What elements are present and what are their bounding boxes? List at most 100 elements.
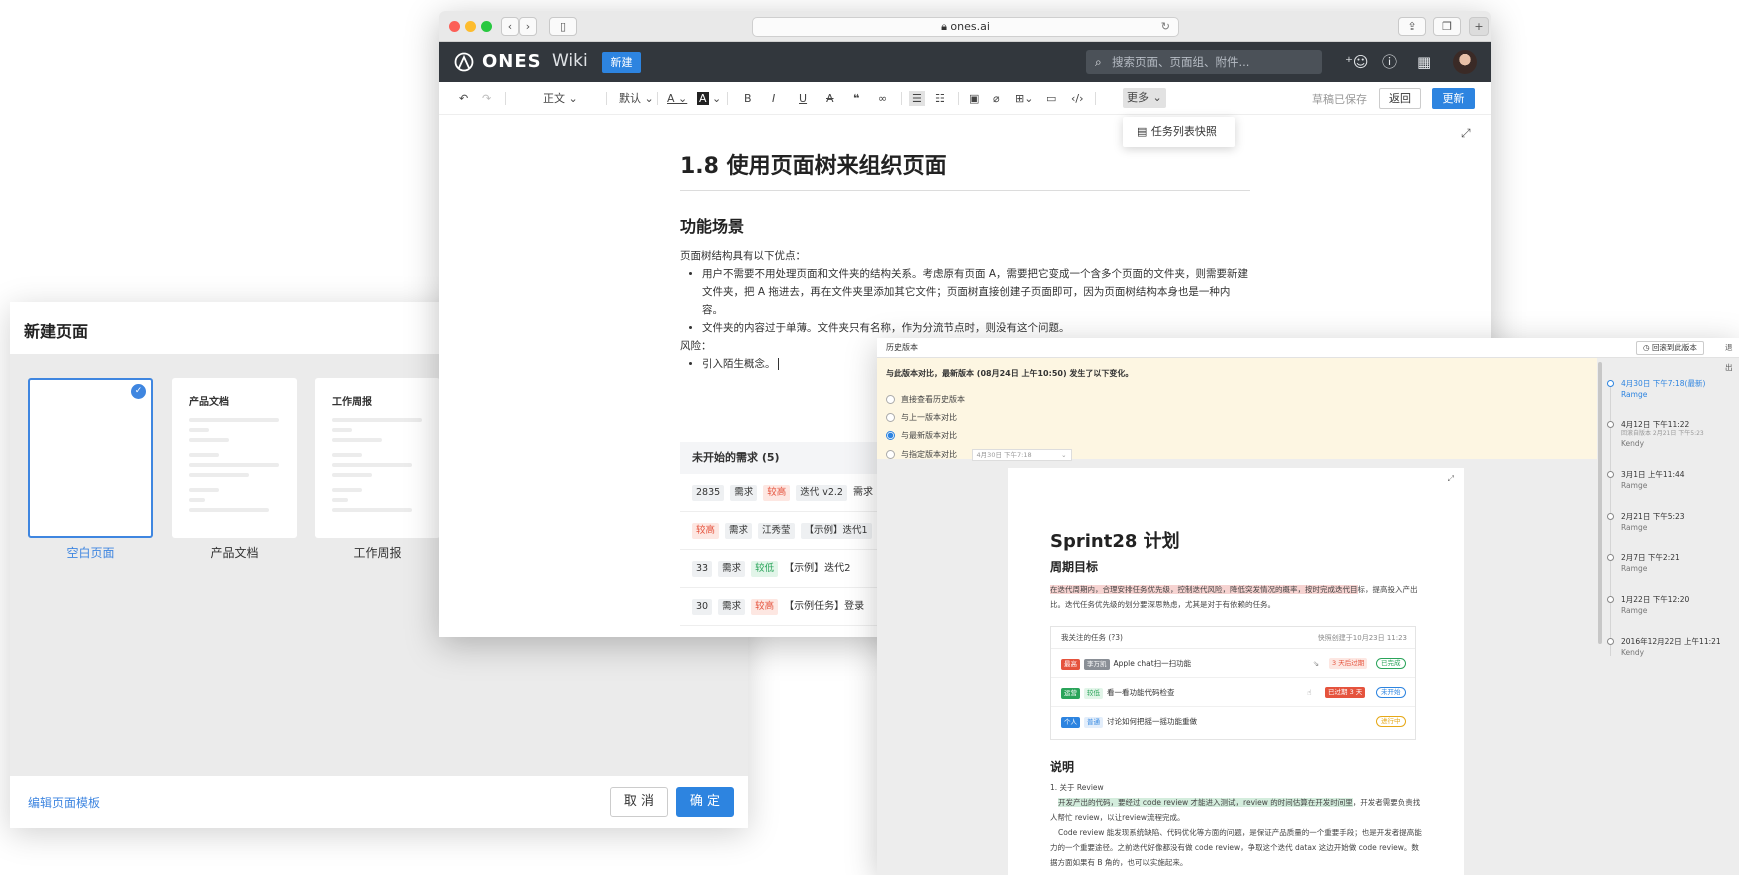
table-row[interactable]: 运营 较低 看一看功能代码检查 ☝ 已过期 3 天 未开始 xyxy=(1051,678,1415,707)
revert-version-button[interactable]: ◷ 回滚到此版本 xyxy=(1636,341,1704,355)
apps-grid-icon[interactable]: ▦ xyxy=(1417,53,1431,71)
strikethrough-icon[interactable]: A xyxy=(826,91,834,106)
menu-item-task-snapshot[interactable]: 任务列表快照 xyxy=(1151,125,1217,138)
paragraph-style-select[interactable]: 正文 ⌄ xyxy=(543,91,578,106)
reload-icon[interactable]: ↻ xyxy=(1161,18,1170,36)
table-icon[interactable]: ⊞⌄ xyxy=(1015,91,1033,106)
timeline-dot-icon xyxy=(1607,638,1614,645)
version-item[interactable]: 1月22日 下午12:20 Ramge xyxy=(1621,594,1739,616)
template-label[interactable]: 工作周报 xyxy=(315,544,440,561)
dialog-footer: 编辑页面模板 取 消 确 定 xyxy=(10,776,748,828)
exit-button[interactable]: 退出 xyxy=(1725,338,1739,378)
selected-check-icon: ✓ xyxy=(131,384,146,399)
page-title: 1.8 使用页面树来组织页面 xyxy=(680,148,1250,191)
timeline-dot-icon xyxy=(1607,380,1614,387)
table-row[interactable]: 最高 李万凯 Apple chat扫一扫功能 ⇘ 3 天后过期 已完成 xyxy=(1051,649,1415,678)
update-button[interactable]: 更新 xyxy=(1432,88,1475,109)
address-bar[interactable]: 🔒︎ ones.ai ↻ xyxy=(752,17,1179,37)
maximize-window-icon[interactable] xyxy=(481,21,492,32)
code-icon[interactable]: ‹/› xyxy=(1071,91,1084,106)
template-label[interactable]: 产品文档 xyxy=(172,544,297,561)
search-icon: ⌕ xyxy=(1095,55,1102,69)
cancel-button[interactable]: 取 消 xyxy=(610,787,668,817)
page-title: Sprint28 计划 xyxy=(1050,531,1180,552)
version-item[interactable]: 3月1日 上午11:44 Ramge xyxy=(1621,469,1739,491)
table-row[interactable]: 个人 普通 讨论如何把摇一摇功能重做 进行中 xyxy=(1051,707,1415,736)
undo-icon[interactable]: ↶ xyxy=(459,91,468,106)
template-heading: 产品文档 xyxy=(189,397,229,408)
timeline-dot-icon xyxy=(1607,421,1614,428)
font-select[interactable]: 默认 ⌄ xyxy=(619,91,654,106)
template-card-blank[interactable]: ✓ xyxy=(28,378,153,538)
scrollbar[interactable] xyxy=(1598,362,1602,644)
section-heading: 周期目标 xyxy=(1050,560,1099,574)
version-item[interactable]: 4月12日 下午11:22 回滚自版本 2月21日 下午5:23 Kendy xyxy=(1621,419,1739,449)
app-header: ONES Wiki 新建 ⌕ 搜索页面、页面组、附件... ⁺☺ ⓘ ▦ xyxy=(439,42,1491,82)
expand-icon[interactable]: ⤢ xyxy=(1448,474,1454,484)
template-card-product-doc[interactable]: 产品文档 xyxy=(172,378,297,538)
version-item[interactable]: 2月7日 下午2:21 Ramge xyxy=(1621,552,1739,574)
redo-icon[interactable]: ↷ xyxy=(482,91,491,106)
paragraph: 开发产出的代码，要经过 code review 才能进入测试，review 的时… xyxy=(1050,798,1421,822)
compare-option[interactable]: 与指定版本对比 4月30日 下午7:18 ⌄ xyxy=(886,449,1072,461)
bullet-list-icon[interactable]: ☰ xyxy=(909,91,925,106)
snapshot-header: 我关注的任务 (?3) 快照创建于10月23日 11:23 xyxy=(1051,627,1415,649)
compare-option[interactable]: 与最新版本对比 xyxy=(886,431,957,441)
task-snapshot-box: 我关注的任务 (?3) 快照创建于10月23日 11:23 最高 李万凯 Apple… xyxy=(1050,626,1416,740)
underline-icon[interactable]: U xyxy=(799,91,807,106)
search-placeholder: 搜索页面、页面组、附件... xyxy=(1112,55,1250,69)
compare-summary: 与此版本对比，最新版本 (08月24日 上午10:50) 发生了以下变化。 xyxy=(886,369,1134,378)
version-item[interactable]: 2016年12月22日 上午11:21 Kendy xyxy=(1621,636,1739,658)
app-logo[interactable]: ONES xyxy=(482,51,542,72)
dialog-title: 新建页面 xyxy=(24,322,89,341)
timeline-dot-icon xyxy=(1607,596,1614,603)
subheading: 1. 关于 Review xyxy=(1050,783,1104,792)
sidebar-toggle-icon[interactable]: ▯ xyxy=(549,17,577,36)
edit-templates-link[interactable]: 编辑页面模板 xyxy=(28,794,100,811)
back-button[interactable]: 返回 xyxy=(1379,88,1421,109)
markdown-icon[interactable]: ▭ xyxy=(1046,91,1056,106)
text-color-icon[interactable]: A ⌄ xyxy=(667,91,687,106)
template-card-weekly-report[interactable]: 工作周报 xyxy=(315,378,440,538)
timeline-dot-icon xyxy=(1607,471,1614,478)
new-button[interactable]: 新建 xyxy=(602,52,641,73)
version-item[interactable]: 4月30日 下午7:18(最新) Ramge xyxy=(1621,378,1739,400)
avatar[interactable] xyxy=(1453,50,1477,74)
back-arrow-icon[interactable]: ‹ xyxy=(501,17,519,36)
bold-icon[interactable]: B xyxy=(744,91,752,106)
section-heading: 说明 xyxy=(1050,760,1075,774)
new-tab-icon[interactable]: + xyxy=(1469,17,1489,36)
minimize-window-icon[interactable] xyxy=(465,21,476,32)
radio-icon xyxy=(886,450,895,459)
compare-option[interactable]: 直接查看历史版本 xyxy=(886,395,965,405)
history-page-preview: ⤢ Sprint28 计划 周期目标 在迭代周期内，合理安排任务优先级，控制迭代… xyxy=(1008,468,1464,875)
link-icon[interactable]: ∞ xyxy=(878,91,887,106)
task-list-icon: ▤ xyxy=(1137,125,1151,138)
quote-icon[interactable]: ❝ xyxy=(853,91,859,106)
highlight-color-icon[interactable]: A ⌄ xyxy=(697,91,721,106)
expand-icon[interactable]: ⤢ xyxy=(1461,126,1471,141)
attachment-icon[interactable]: ⌀ xyxy=(993,91,1000,106)
radio-selected-icon xyxy=(886,431,895,440)
confirm-button[interactable]: 确 定 xyxy=(676,787,734,817)
history-topbar: 历史版本 ◷ 回滚到此版本 退出 xyxy=(877,338,1739,372)
help-icon[interactable]: ⓘ xyxy=(1382,53,1397,71)
version-select[interactable]: 4月30日 下午7:18 ⌄ xyxy=(971,449,1072,461)
compare-options: 与此版本对比，最新版本 (08月24日 上午10:50) 发生了以下变化。 直接… xyxy=(877,358,1597,461)
tabs-icon[interactable]: ❐ xyxy=(1433,17,1461,36)
italic-icon[interactable]: I xyxy=(772,91,775,106)
forward-arrow-icon[interactable]: › xyxy=(519,17,537,36)
add-member-icon[interactable]: ⁺☺ xyxy=(1345,53,1369,71)
close-window-icon[interactable] xyxy=(449,21,460,32)
compare-option[interactable]: 与上一版本对比 xyxy=(886,413,957,423)
url-text: ones.ai xyxy=(950,20,990,33)
section-title[interactable]: Wiki xyxy=(552,51,588,71)
search-input[interactable]: ⌕ 搜索页面、页面组、附件... xyxy=(1086,50,1322,74)
share-icon[interactable]: ⇪ xyxy=(1398,17,1426,36)
image-icon[interactable]: ▣ xyxy=(969,91,979,106)
numbered-list-icon[interactable]: ☷ xyxy=(935,91,945,106)
version-item[interactable]: 2月21日 下午5:23 Ramge xyxy=(1621,511,1739,533)
template-label[interactable]: 空白页面 xyxy=(28,544,153,561)
section-heading: 功能场景 xyxy=(680,217,745,236)
more-button[interactable]: 更多 ⌄ xyxy=(1123,88,1166,108)
